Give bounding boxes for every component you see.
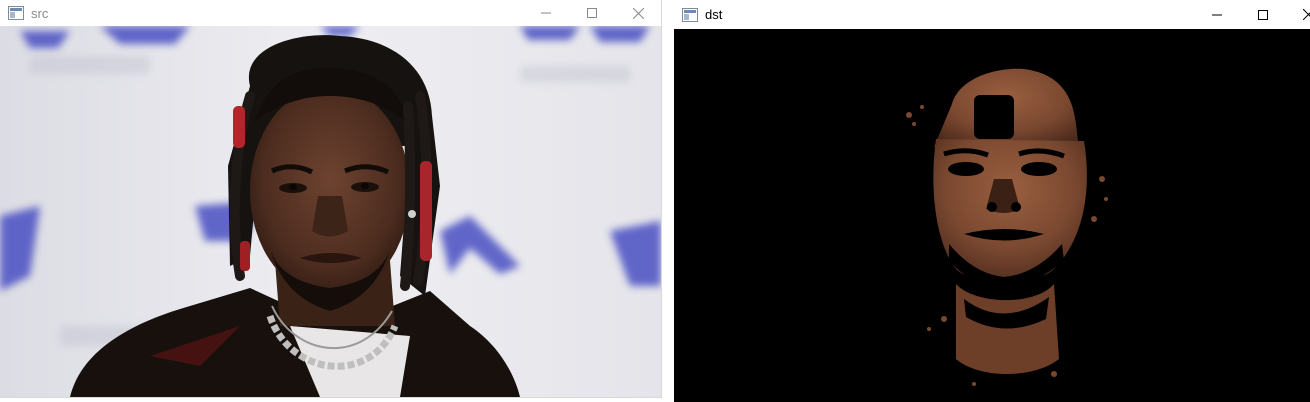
dst-minimize-button[interactable] xyxy=(1194,0,1240,29)
close-icon xyxy=(632,7,644,19)
src-maximize-button[interactable] xyxy=(569,0,615,26)
src-titlebar[interactable]: src xyxy=(0,0,661,26)
close-icon xyxy=(1303,9,1310,20)
src-portrait-image xyxy=(0,26,661,397)
dst-titlebar[interactable]: dst xyxy=(674,0,1310,29)
src-window: src xyxy=(0,0,662,398)
opencv-window-icon xyxy=(8,6,24,20)
dst-window: dst xyxy=(674,0,1310,402)
src-minimize-button[interactable] xyxy=(523,0,569,26)
dst-skin-mask-image xyxy=(674,29,1310,402)
src-caption-buttons xyxy=(523,0,661,26)
minimize-icon xyxy=(1212,14,1222,15)
dst-close-button[interactable] xyxy=(1286,0,1310,29)
dst-caption-buttons xyxy=(1194,0,1310,29)
src-image-area xyxy=(0,26,661,397)
maximize-icon xyxy=(587,8,597,18)
dst-image-area xyxy=(674,29,1310,402)
dst-window-title: dst xyxy=(705,7,723,22)
src-window-title: src xyxy=(31,5,49,21)
minimize-icon xyxy=(541,12,551,14)
src-close-button[interactable] xyxy=(615,0,661,26)
dst-maximize-button[interactable] xyxy=(1240,0,1286,29)
maximize-icon xyxy=(1258,9,1268,20)
opencv-window-icon xyxy=(682,7,698,22)
